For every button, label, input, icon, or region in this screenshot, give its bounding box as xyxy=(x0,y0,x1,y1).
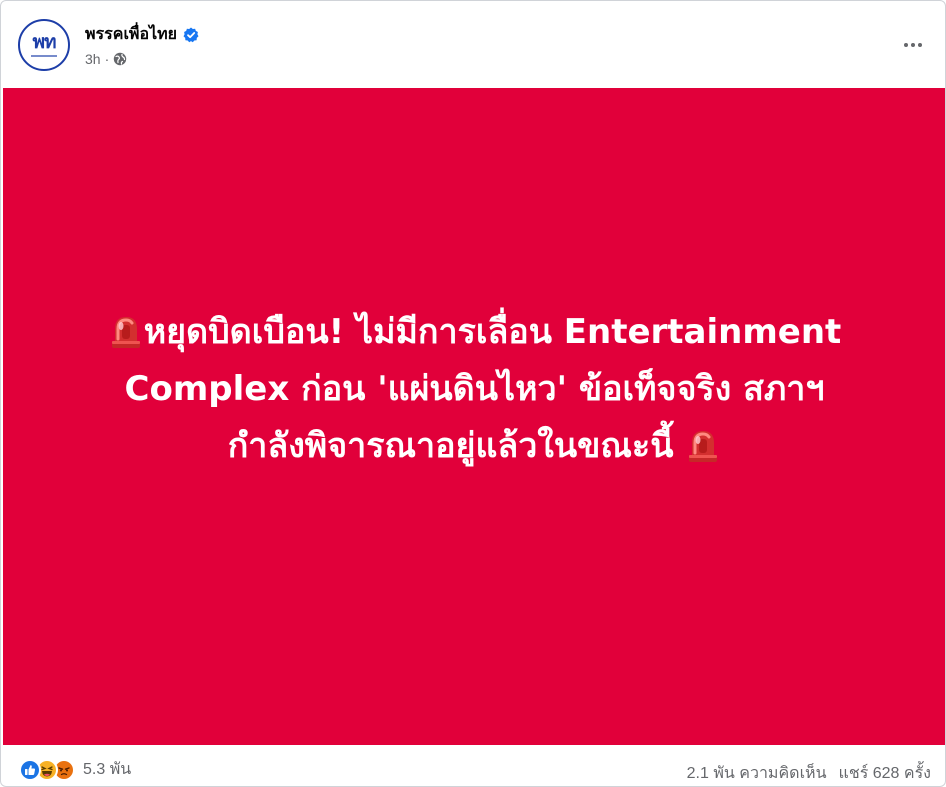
globe-icon xyxy=(113,52,127,66)
more-dot xyxy=(911,43,915,47)
facebook-post: พท พรรคเพื่อไทย 3h · หยุดบิดเบือน! ไม่มี… xyxy=(0,0,946,787)
meta-separator: · xyxy=(104,51,110,67)
comments-count[interactable]: 2.1 พัน ความคิดเห็น xyxy=(687,761,827,786)
page-avatar[interactable]: พท xyxy=(18,19,70,71)
post-image[interactable]: หยุดบิดเบือน! ไม่มีการเลื่อน Entertainme… xyxy=(3,88,945,745)
siren-icon xyxy=(108,310,144,348)
post-meta: 3h · xyxy=(85,51,127,67)
headline-line-2: Complex ก่อน 'แผ่นดินไหว' ข้อเท็จจริง สภ… xyxy=(124,368,825,409)
headline-line-1: หยุดบิดเบือน! ไม่มีการเลื่อน Entertainme… xyxy=(143,311,842,352)
more-dot xyxy=(904,43,908,47)
reaction-count[interactable]: 5.3 พัน xyxy=(83,757,131,782)
verified-badge-icon xyxy=(183,27,199,43)
page-name-link[interactable]: พรรคเพื่อไทย xyxy=(85,22,177,47)
more-options-button[interactable] xyxy=(895,27,931,63)
post-footer: 5.3 พัน 2.1 พัน ความคิดเห็น แชร์ 628 ครั… xyxy=(1,745,945,786)
siren-icon xyxy=(685,424,721,462)
post-header: พท พรรคเพื่อไทย 3h · xyxy=(1,1,945,88)
post-stats: 2.1 พัน ความคิดเห็น แชร์ 628 ครั้ง xyxy=(687,761,931,786)
post-time[interactable]: 3h xyxy=(85,51,101,67)
avatar-logo-text: พท xyxy=(32,31,56,53)
page-name-row: พรรคเพื่อไทย xyxy=(85,22,199,47)
reactions-summary[interactable]: 5.3 พัน xyxy=(19,757,131,782)
shares-count[interactable]: แชร์ 628 ครั้ง xyxy=(839,761,931,786)
headline-line-3: กำลังพิจารณาอยู่แล้วในขณะนี้ xyxy=(227,425,674,466)
like-icon xyxy=(19,758,41,781)
image-headline: หยุดบิดเบือน! ไม่มีการเลื่อน Entertainme… xyxy=(45,304,905,475)
more-dot xyxy=(918,43,922,47)
avatar-logo-underline xyxy=(31,55,57,57)
